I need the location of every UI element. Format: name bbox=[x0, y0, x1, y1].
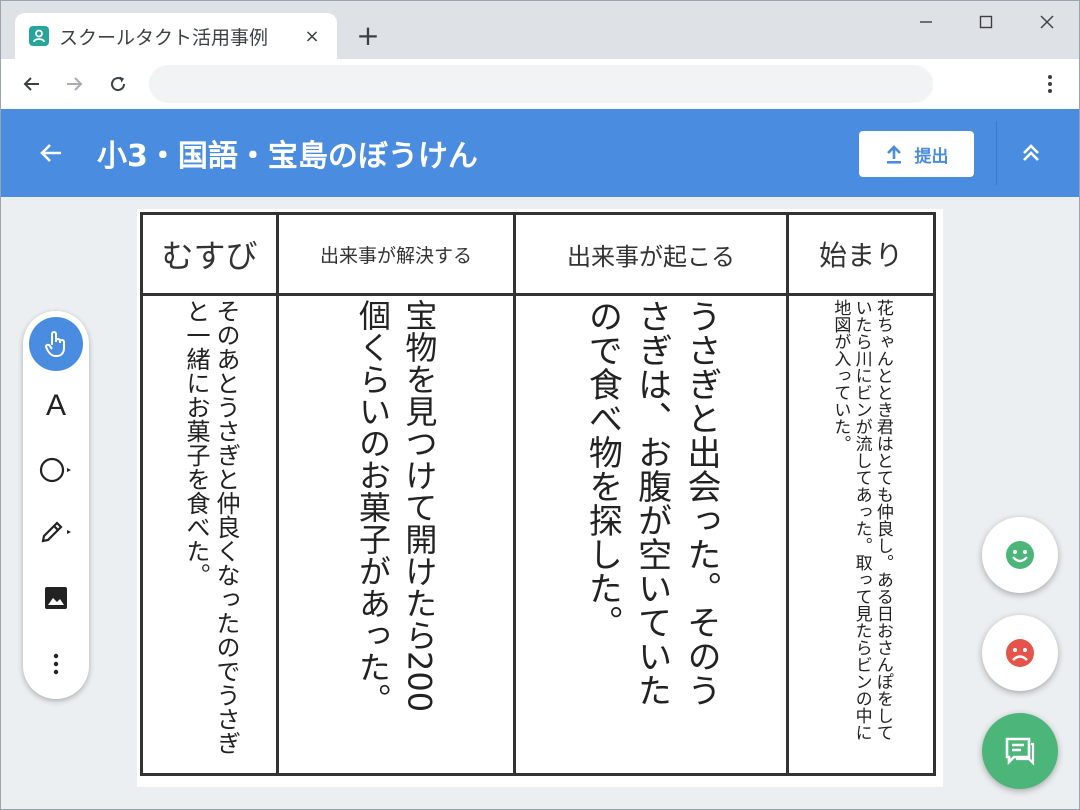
submit-label: 提出 bbox=[914, 146, 949, 167]
column-body-cell: そのあとうさぎと仲良くなったのでうさぎと一緒にお菓子を食べた。 bbox=[149, 299, 273, 767]
hand-pointer-icon bbox=[45, 331, 65, 357]
column-header: 出来事が起こる bbox=[567, 242, 735, 271]
smiley-sad-icon bbox=[1006, 639, 1034, 667]
back-arrow-icon[interactable] bbox=[33, 135, 69, 171]
column-header: 出来事が解決する bbox=[319, 244, 472, 267]
more-vertical-icon bbox=[53, 653, 59, 675]
smiley-happy-icon bbox=[1006, 541, 1034, 569]
image-icon bbox=[45, 587, 67, 609]
text-tool-icon: A bbox=[45, 389, 66, 422]
browser-reload-icon[interactable] bbox=[101, 67, 135, 101]
browser-window: スクールタクト活用事例 × + 小3・国語・宝島のぼうけん 提出 むすび そのあ… bbox=[0, 0, 1080, 810]
column-body-text: 宝物を見つけて開けたら200個くらいのお菓子があった。 bbox=[354, 299, 439, 715]
bad-reaction-button[interactable] bbox=[982, 615, 1058, 691]
browser-back-icon[interactable] bbox=[15, 67, 49, 101]
circle-shape-icon bbox=[39, 457, 71, 483]
tab-title: スクールタクト活用事例 bbox=[59, 26, 269, 49]
tab-close-icon[interactable]: × bbox=[301, 26, 323, 47]
chat-icon bbox=[1005, 737, 1035, 766]
column-body-cell: 宝物を見つけて開けたら200個くらいのお菓子があった。 bbox=[289, 299, 503, 767]
submit-button[interactable]: 提出 bbox=[859, 131, 974, 177]
column-header: むすび bbox=[161, 237, 258, 275]
collapse-chevron-icon[interactable] bbox=[1013, 135, 1049, 171]
column-beginning: 始まり 花ちゃんととき君はとても仲良し。ある日おさんぽをしていたら川にビンが流し… bbox=[789, 215, 933, 773]
upload-icon bbox=[886, 145, 901, 164]
good-reaction-button[interactable] bbox=[982, 517, 1058, 593]
window-close-icon[interactable] bbox=[1017, 5, 1077, 39]
tab-strip: スクールタクト活用事例 × + bbox=[1, 1, 1079, 59]
window-maximize-icon[interactable] bbox=[956, 5, 1016, 39]
column-body-cell: 花ちゃんととき君はとても仲良し。ある日おさんぽをしていたら川にビンが流してあった… bbox=[795, 299, 927, 767]
column-event: 出来事が起こる うさぎと出会った。そのうさぎは、お腹が空いていたので食べ物を探し… bbox=[516, 215, 789, 773]
column-body-text: 花ちゃんととき君はとても仲良し。ある日おさんぽをしていたら川にビンが流してあった… bbox=[830, 299, 893, 741]
schooltakt-favicon-icon bbox=[29, 26, 49, 46]
window-minimize-icon[interactable] bbox=[896, 5, 956, 39]
column-conclusion: むすび そのあとうさぎと仲良くなったのでうさぎと一緒にお菓子を食べた。 bbox=[143, 215, 279, 773]
header-divider bbox=[996, 121, 997, 185]
column-body-text: そのあとうさぎと仲良くなったのでうさぎと一緒にお菓子を食べた。 bbox=[182, 299, 240, 755]
story-structure-table: むすび そのあとうさぎと仲良くなったのでうさぎと一緒にお菓子を食べた。 出来事が… bbox=[140, 212, 936, 776]
column-resolution: 出来事が解決する 宝物を見つけて開けたら200個くらいのお菓子があった。 bbox=[279, 215, 516, 773]
browser-toolbar bbox=[1, 59, 1079, 109]
pen-tool[interactable] bbox=[29, 505, 83, 559]
more-tools[interactable] bbox=[29, 637, 83, 691]
pointer-tool[interactable] bbox=[29, 317, 83, 371]
tool-palette: A bbox=[23, 311, 89, 699]
browser-menu-icon[interactable] bbox=[1035, 67, 1065, 101]
page-title: 小3・国語・宝島のぼうけん bbox=[97, 139, 478, 174]
new-tab-button[interactable]: + bbox=[353, 19, 383, 53]
column-header: 始まり bbox=[818, 239, 903, 272]
address-bar[interactable] bbox=[149, 65, 933, 103]
worksheet-sheet[interactable]: むすび そのあとうさぎと仲良くなったのでうさぎと一緒にお菓子を食べた。 出来事が… bbox=[137, 209, 943, 787]
text-tool[interactable]: A bbox=[29, 379, 83, 433]
pencil-icon bbox=[41, 521, 71, 543]
app-header: 小3・国語・宝島のぼうけん 提出 bbox=[1, 109, 1079, 197]
shape-tool[interactable] bbox=[29, 443, 83, 497]
image-tool[interactable] bbox=[29, 571, 83, 625]
column-body-text: うさぎと出会った。そのうさぎは、お腹が空いていたので食べ物を探した。 bbox=[582, 299, 721, 707]
browser-forward-icon[interactable] bbox=[57, 67, 91, 101]
comment-button[interactable] bbox=[982, 713, 1058, 789]
column-body-cell: うさぎと出会った。そのうさぎは、お腹が空いていたので食べ物を探した。 bbox=[526, 299, 776, 767]
worksheet-canvas[interactable]: むすび そのあとうさぎと仲良くなったのでうさぎと一緒にお菓子を食べた。 出来事が… bbox=[1, 197, 1079, 809]
browser-tab[interactable]: スクールタクト活用事例 × bbox=[15, 13, 337, 59]
